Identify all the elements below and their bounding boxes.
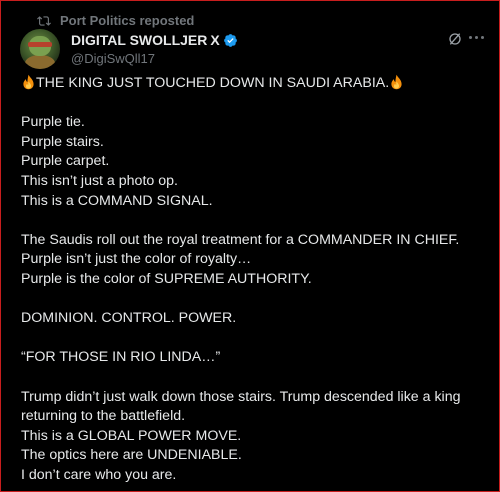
more-options-icon[interactable]: [469, 36, 484, 39]
repost-text: Port Politics reposted: [60, 13, 195, 28]
repost-icon: [37, 15, 51, 26]
post-text: THE KING JUST TOUCHED DOWN IN SAUDI ARAB…: [21, 74, 491, 485]
post-line: Trump didn’t just walk down those stairs…: [21, 388, 461, 405]
post-line: Purple tie.: [21, 114, 85, 131]
repost-indicator[interactable]: Port Politics reposted: [37, 13, 194, 28]
fire-emoji-icon: [391, 74, 402, 90]
post-line: This is a GLOBAL POWER MOVE.: [21, 427, 242, 444]
avatar[interactable]: [20, 29, 60, 69]
post-line: “FOR THOSE IN RIO LINDA…”: [21, 349, 221, 366]
post-lines: Purple tie. Purple stairs. Purple carpet. T…: [21, 113, 491, 485]
post-line: The Saudis roll out the royal treatment …: [21, 231, 460, 248]
post-line: Purple is the color of SUPREME AUTHORITY…: [21, 270, 312, 287]
author-name-row[interactable]: DIGITAL SWOLLJER X: [71, 32, 238, 48]
post-headline-text: THE KING JUST TOUCHED DOWN IN SAUDI ARAB…: [36, 75, 390, 91]
post-headline: THE KING JUST TOUCHED DOWN IN SAUDI ARAB…: [21, 74, 491, 94]
post-line: Purple carpet.: [21, 153, 110, 170]
post-line: I don’t care who you are.: [21, 466, 177, 483]
post-line: DOMINION. CONTROL. POWER.: [21, 310, 237, 327]
fire-emoji-icon: [23, 74, 34, 90]
post-line: This is a COMMAND SIGNAL.: [21, 192, 213, 209]
post-line: This isn’t just a photo op.: [21, 172, 178, 189]
grok-icon[interactable]: [447, 31, 463, 47]
post-line: The optics here are UNDENIABLE.: [21, 447, 242, 464]
verified-badge-icon: [223, 33, 237, 47]
post-line: Purple isn’t just the color of royalty…: [21, 251, 252, 268]
post-line: returning to the battlefield.: [21, 408, 186, 425]
author-display-name[interactable]: DIGITAL SWOLLJER: [71, 32, 207, 48]
tweet[interactable]: Port Politics reposted DIGITAL SWOLLJER …: [0, 0, 500, 492]
post-line: Purple stairs.: [21, 133, 104, 150]
author-handle[interactable]: @DigiSwQll17: [71, 51, 155, 66]
author-name-suffix: X: [210, 32, 220, 48]
